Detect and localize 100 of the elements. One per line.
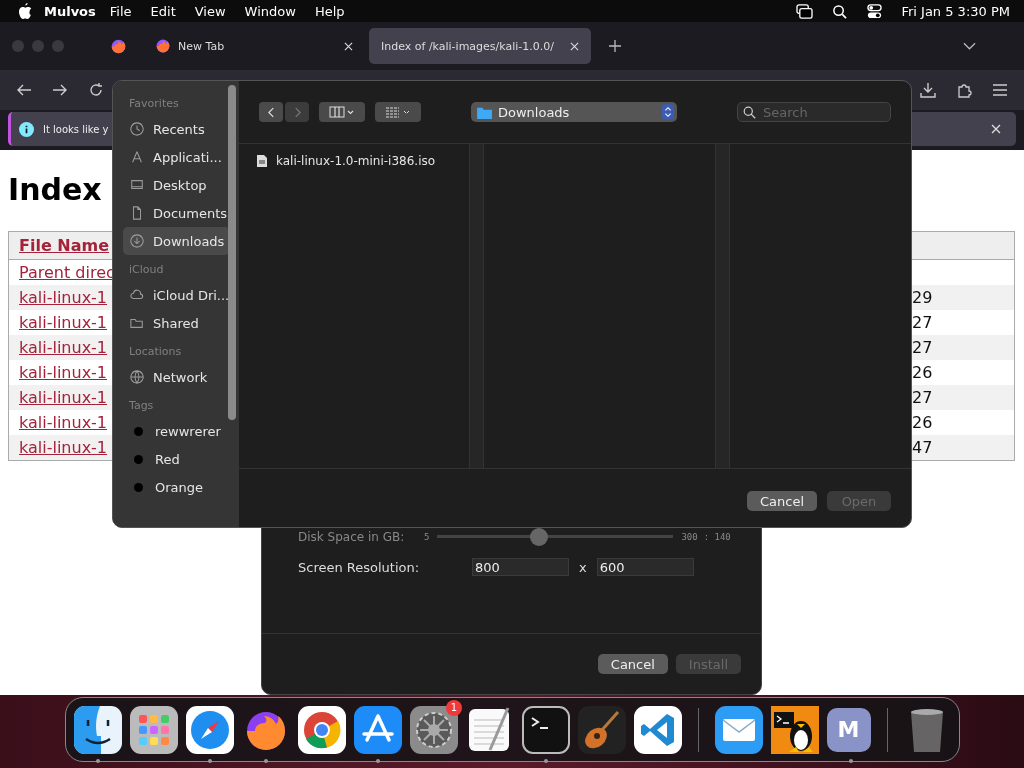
puzzle-icon[interactable] (956, 82, 972, 98)
sidebar-item[interactable]: Shared (123, 309, 230, 337)
sidebar-heading: iCloud (129, 263, 165, 277)
sidebar-item[interactable]: Downloads (123, 227, 230, 255)
new-tab-icon[interactable] (609, 40, 621, 52)
sidebar-heading: Locations (129, 345, 183, 359)
folder-icon (477, 105, 492, 119)
disk-space-label: Disk Space in GB: (298, 530, 406, 544)
document-icon (257, 155, 267, 167)
tools-icon[interactable] (354, 705, 402, 754)
resolution-label: Screen Resolution: (298, 559, 421, 575)
reload-icon[interactable] (88, 82, 104, 98)
penguin-icon[interactable] (770, 705, 819, 754)
close-icon[interactable] (570, 41, 579, 51)
chevron-right-icon (293, 106, 301, 118)
sidebar-item[interactable]: Documents (123, 199, 230, 227)
tag-dot (134, 482, 143, 492)
file-link[interactable]: kali-linux-1 (19, 363, 108, 382)
terminal-icon[interactable] (522, 705, 570, 754)
file-link[interactable]: kali-linux-1 (19, 438, 108, 457)
tag-dot (134, 426, 143, 436)
download-icon (130, 234, 144, 248)
sidebar-item[interactable]: Red (123, 445, 230, 473)
menu-item[interactable]: Edit (150, 3, 176, 19)
table-cell: 27 (912, 388, 932, 407)
document-icon (130, 206, 144, 220)
guitar-icon[interactable] (578, 705, 626, 754)
sidebar-item[interactable]: Applicati... (123, 143, 230, 171)
forward-icon[interactable] (52, 82, 68, 98)
gear-icon[interactable] (410, 705, 458, 754)
search-icon[interactable] (831, 3, 849, 19)
envelope-icon[interactable] (714, 705, 763, 754)
sidebar-heading: Tags (129, 399, 155, 413)
toggle-icon[interactable] (866, 3, 884, 19)
clock-icon (130, 122, 144, 136)
slider-max-label: 300 (681, 532, 698, 542)
clock-text[interactable]: Fri Jan 5 3:30 PM (901, 3, 1010, 19)
menu-item[interactable]: View (194, 3, 226, 19)
cancel-button[interactable]: Cancel (746, 491, 817, 511)
column-view-button[interactable] (319, 102, 365, 122)
back-button[interactable] (259, 102, 283, 122)
browser-tab[interactable]: Index of /kali-images/kali-1.0.0/ (369, 28, 591, 64)
chevron-down-icon[interactable] (963, 42, 976, 50)
column-header[interactable]: File Name (19, 236, 110, 255)
info-icon (19, 121, 34, 137)
file-link[interactable]: kali-linux-1 (19, 388, 108, 407)
slider-thumb[interactable] (529, 528, 548, 546)
sidebar-heading: Favorites (129, 97, 180, 111)
sidebar-item[interactable]: Network (123, 363, 230, 391)
sidebar-item[interactable]: Orange (123, 473, 230, 501)
table-cell: 26 (912, 413, 932, 432)
ribbon-icon[interactable] (634, 705, 682, 754)
disk-image-entry[interactable]: kali-linux-1.0-mini-i386.iso (239, 152, 469, 170)
notification-badge: 1 (446, 699, 462, 716)
table-cell: 29 (912, 288, 932, 307)
apple-icon[interactable] (18, 3, 32, 19)
app-menu[interactable]: Mulvos (44, 3, 96, 19)
close-icon[interactable] (344, 41, 353, 51)
slider-reading: : 140 (703, 532, 731, 542)
width-field[interactable]: 800 (472, 558, 569, 576)
windows-icon[interactable] (796, 3, 814, 19)
sidebar-item[interactable]: rewwrerer (123, 417, 230, 445)
menu-item[interactable]: Window (244, 3, 296, 19)
stepper-icon (662, 104, 674, 120)
file-link[interactable]: kali-linux-1 (19, 413, 108, 432)
close-icon[interactable] (991, 124, 1001, 134)
tag-dot (134, 454, 143, 464)
file-link[interactable]: kali-linux-1 (19, 313, 108, 332)
file-link[interactable]: kali-linux-1 (19, 338, 108, 357)
location-popup[interactable]: Downloads (471, 102, 677, 122)
scrollbar[interactable] (228, 85, 236, 420)
browser-tab[interactable]: New Tab (143, 28, 365, 64)
compass-icon[interactable] (186, 705, 234, 754)
file-link[interactable]: kali-linux-1 (19, 288, 108, 307)
search-icon (743, 105, 756, 119)
sidebar-item[interactable]: Desktop (123, 171, 230, 199)
chevron-left-icon (267, 106, 275, 118)
slider-min-label: 5 (424, 532, 430, 542)
height-field[interactable]: 600 (596, 558, 694, 576)
file-link[interactable]: Parent direc (19, 263, 115, 282)
table-cell: 27 (912, 338, 932, 357)
back-icon[interactable] (16, 82, 32, 98)
folder-icon (130, 316, 144, 330)
cancel-button[interactable]: Cancel (597, 654, 668, 674)
grid-icon[interactable] (130, 705, 178, 754)
cloud-icon (130, 288, 144, 302)
menu-item[interactable]: Help (314, 3, 345, 19)
sidebar-item[interactable]: iCloud Dri... (123, 281, 230, 309)
sidebar-item[interactable]: Recents (123, 115, 230, 143)
grid-view-button[interactable] (375, 102, 421, 122)
search-field[interactable]: Search (737, 102, 891, 123)
face-icon[interactable] (74, 705, 122, 754)
table-cell: 27 (912, 313, 932, 332)
menu-item[interactable]: File (109, 3, 132, 19)
download-icon[interactable] (920, 82, 936, 98)
menu-icon[interactable] (992, 82, 1008, 98)
columns-icon (329, 106, 355, 118)
monitor-icon (130, 178, 144, 192)
notification-text: It looks like y (43, 123, 109, 135)
table-cell: 26 (912, 363, 932, 382)
